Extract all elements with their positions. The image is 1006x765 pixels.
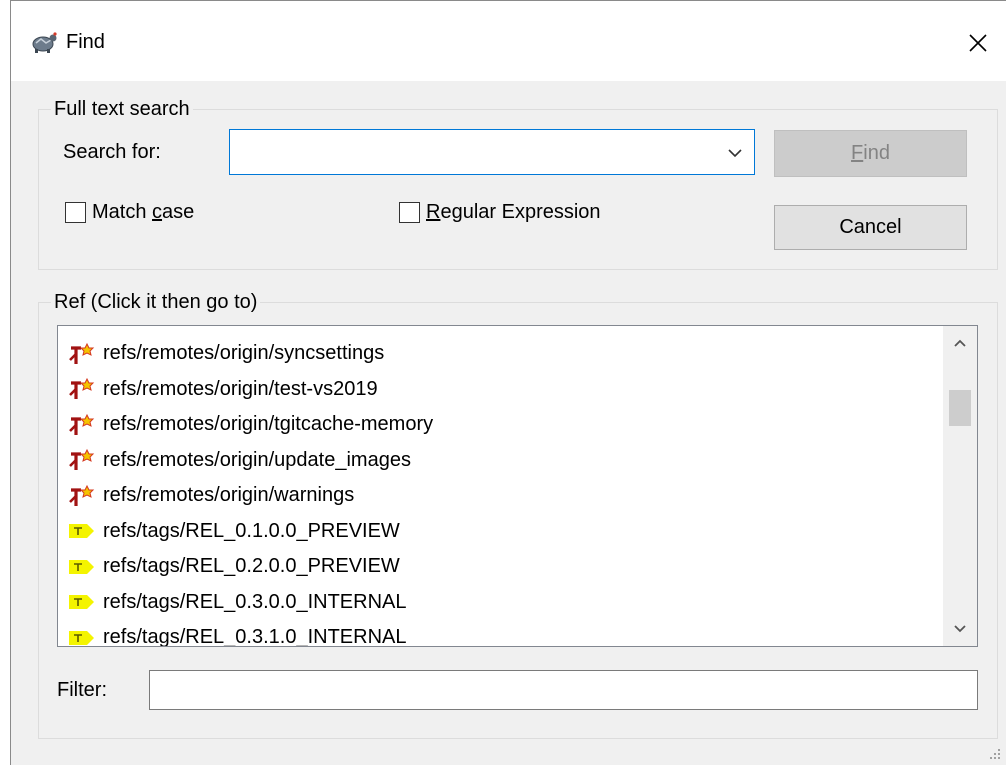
remote-branch-icon [67, 448, 103, 472]
match-case-label: Match case [92, 201, 195, 223]
tag-icon [67, 590, 103, 614]
regular-expression-box[interactable] [399, 202, 420, 223]
match-case-box[interactable] [65, 202, 86, 223]
list-item[interactable]: refs/remotes/origin/update_images [58, 443, 932, 479]
list-item-label: refs/tags/REL_0.3.1.0_INTERNAL [103, 626, 407, 647]
list-item[interactable]: refs/remotes/origin/syncsettings [58, 336, 932, 372]
search-for-label: Search for: [63, 141, 161, 163]
find-dialog: Find Full text search Search for: Find M… [10, 0, 1006, 765]
list-item[interactable]: refs/remotes/origin/tgitcache-memory [58, 407, 932, 443]
list-item-label: refs/tags/REL_0.3.0.0_INTERNAL [103, 590, 407, 613]
ref-list[interactable]: refs/remotes/origin/syncsettings refs/rem… [57, 325, 978, 647]
regular-expression-label: Regular Expression [426, 201, 601, 223]
tag-icon [67, 555, 103, 579]
regular-expression-checkbox[interactable]: Regular Expression [399, 201, 601, 224]
filter-field[interactable] [149, 670, 978, 710]
list-item[interactable]: refs/tags/REL_0.3.1.0_INTERNAL [58, 620, 932, 647]
remote-branch-icon [67, 413, 103, 437]
tortoise-icon [32, 32, 57, 53]
remote-branch-icon [67, 342, 103, 366]
cancel-button[interactable]: Cancel [774, 205, 967, 250]
list-item-label: refs/remotes/origin/update_images [103, 448, 411, 471]
list-item-label: refs/tags/REL_0.1.0.0_PREVIEW [103, 519, 400, 542]
close-icon [969, 34, 987, 52]
ref-list-rows: refs/remotes/origin/syncsettings refs/rem… [58, 336, 932, 647]
chevron-up-icon [954, 339, 966, 347]
list-item[interactable]: refs/tags/REL_0.3.0.0_INTERNAL [58, 585, 932, 621]
list-item-label: refs/remotes/origin/syncsettings [103, 342, 385, 365]
scrollbar-thumb[interactable] [949, 390, 971, 426]
list-item-label: refs/remotes/origin/tgitcache-memory [103, 413, 434, 436]
vertical-scrollbar[interactable] [943, 326, 977, 646]
scroll-down-button[interactable] [943, 612, 977, 646]
title-bar[interactable]: Find [11, 1, 1006, 81]
list-item[interactable]: refs/remotes/origin/warnings [58, 478, 932, 514]
chevron-down-icon [954, 625, 966, 633]
list-item-label: refs/tags/REL_0.2.0.0_PREVIEW [103, 555, 400, 578]
search-input[interactable] [230, 130, 710, 174]
tag-icon [67, 519, 103, 543]
filter-input[interactable] [150, 671, 977, 709]
tag-icon [67, 626, 103, 646]
filter-label: Filter: [57, 679, 107, 701]
list-item-label: refs/remotes/origin/test-vs2019 [103, 377, 378, 400]
list-item-label: refs/remotes/origin/warnings [103, 484, 355, 507]
chevron-down-icon[interactable] [722, 140, 748, 166]
list-item[interactable]: refs/tags/REL_0.1.0.0_PREVIEW [58, 514, 932, 550]
full-text-search-legend: Full text search [54, 98, 190, 120]
find-button[interactable]: Find [774, 130, 967, 177]
match-case-checkbox[interactable]: Match case [65, 201, 194, 224]
remote-branch-icon [67, 484, 103, 508]
find-button-label: Find [851, 142, 890, 164]
remote-branch-icon [67, 377, 103, 401]
window-title: Find [66, 31, 105, 53]
search-combobox[interactable] [229, 129, 755, 175]
close-button[interactable] [950, 21, 1006, 65]
resize-grip-icon[interactable] [988, 747, 1002, 761]
list-item[interactable]: refs/tags/REL_0.2.0.0_PREVIEW [58, 549, 932, 585]
ref-legend: Ref (Click it then go to) [54, 291, 258, 313]
list-item[interactable]: refs/remotes/origin/test-vs2019 [58, 372, 932, 408]
scroll-up-button[interactable] [943, 326, 977, 360]
